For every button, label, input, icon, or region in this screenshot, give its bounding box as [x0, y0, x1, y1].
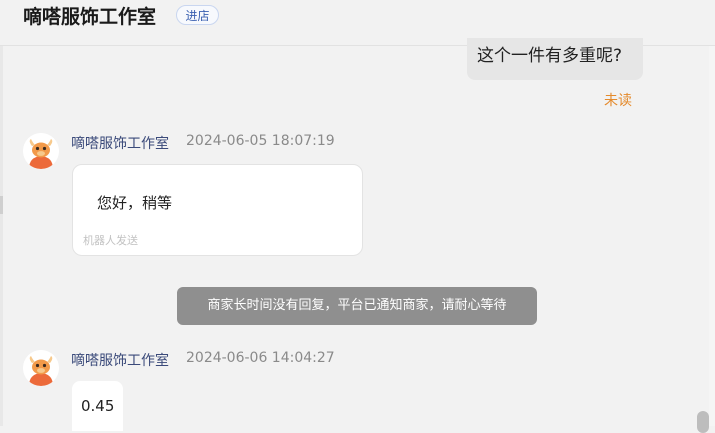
message-timestamp: 2024-06-05 18:07:19: [186, 133, 335, 149]
left-edge-handle[interactable]: [0, 196, 3, 214]
bull-mascot-icon: [23, 350, 59, 386]
merchant-avatar[interactable]: [23, 133, 59, 169]
enter-store-button[interactable]: 进店: [176, 5, 219, 25]
merchant-avatar[interactable]: [23, 350, 59, 386]
incoming-message-bubble: 您好，稍等 机器人发送: [72, 164, 363, 256]
sender-name: 嘀嗒服饰工作室: [71, 136, 169, 152]
robot-sent-note: 机器人发送: [83, 234, 138, 247]
message-timestamp: 2024-06-06 14:04:27: [186, 350, 335, 366]
system-notice: 商家长时间没有回复，平台已通知商家，请耐心等待: [177, 287, 537, 325]
incoming-message-bubble: 0.45: [72, 381, 123, 431]
unread-status: 未读: [604, 93, 632, 109]
message-text: 您好，稍等: [97, 194, 173, 212]
outgoing-message-bubble: 这个一件有多重呢?: [467, 38, 643, 80]
store-name: 嘀嗒服饰工作室: [23, 6, 157, 28]
sender-name: 嘀嗒服饰工作室: [71, 353, 169, 369]
scroll-track: [709, 0, 715, 426]
scrollbar-thumb[interactable]: [697, 411, 709, 433]
bull-mascot-icon: [23, 133, 59, 169]
